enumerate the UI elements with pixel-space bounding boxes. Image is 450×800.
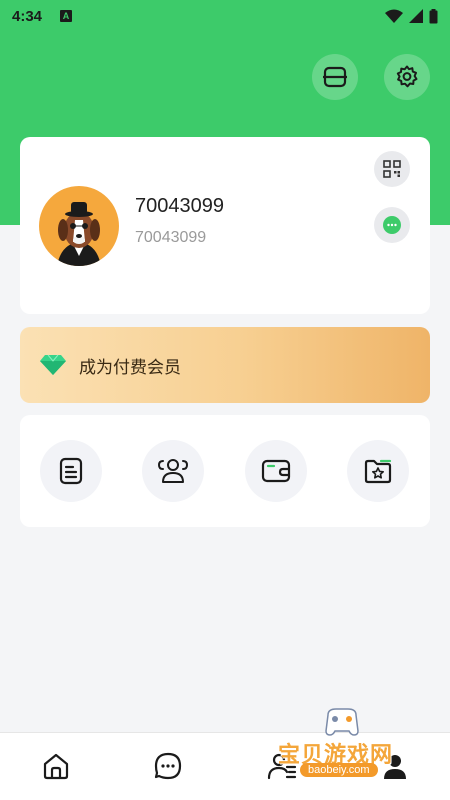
vip-label: 成为付费会员 — [79, 357, 181, 377]
message-button[interactable] — [374, 207, 410, 243]
tool-favorites[interactable] — [347, 440, 409, 502]
nav-messages[interactable] — [151, 749, 185, 783]
diamond-icon — [40, 354, 66, 375]
nickname: 70043099 — [135, 195, 224, 217]
settings-button[interactable] — [384, 54, 430, 100]
users-icon — [157, 459, 189, 483]
home-icon — [43, 753, 69, 780]
scan-icon — [323, 66, 347, 88]
tool-document[interactable] — [40, 440, 102, 502]
document-icon — [59, 457, 83, 485]
cellular-icon — [409, 9, 423, 23]
profile-card[interactable]: 70043099 70043099 — [20, 137, 430, 314]
wallet-icon — [261, 459, 291, 483]
battery-icon — [429, 8, 438, 23]
wifi-icon — [385, 9, 403, 23]
status-icons — [385, 8, 438, 24]
scan-button[interactable] — [312, 54, 358, 100]
gamepad-icon — [325, 708, 359, 736]
tool-wallet[interactable] — [245, 440, 307, 502]
chat-bubble-icon — [383, 216, 401, 234]
status-time: 4:34 — [12, 7, 43, 25]
qr-code-button[interactable] — [374, 151, 410, 187]
status-bar: 4:34 A — [0, 0, 450, 32]
notification-icon: A — [60, 10, 73, 22]
user-id: 70043099 — [135, 229, 207, 246]
qr-code-icon — [383, 160, 401, 178]
favorite-folder-icon — [364, 459, 392, 484]
tool-users[interactable] — [142, 440, 204, 502]
vip-banner[interactable]: 成为付费会员 — [20, 327, 430, 403]
dog-avatar-icon — [57, 202, 101, 266]
tools-card — [20, 415, 430, 527]
watermark-url: baobeiy.com — [300, 763, 378, 777]
nav-home[interactable] — [39, 749, 73, 783]
message-icon — [154, 752, 182, 780]
gear-icon — [396, 65, 418, 88]
avatar[interactable] — [39, 186, 119, 266]
watermark: 宝贝游戏网 baobeiy.com — [270, 705, 430, 795]
